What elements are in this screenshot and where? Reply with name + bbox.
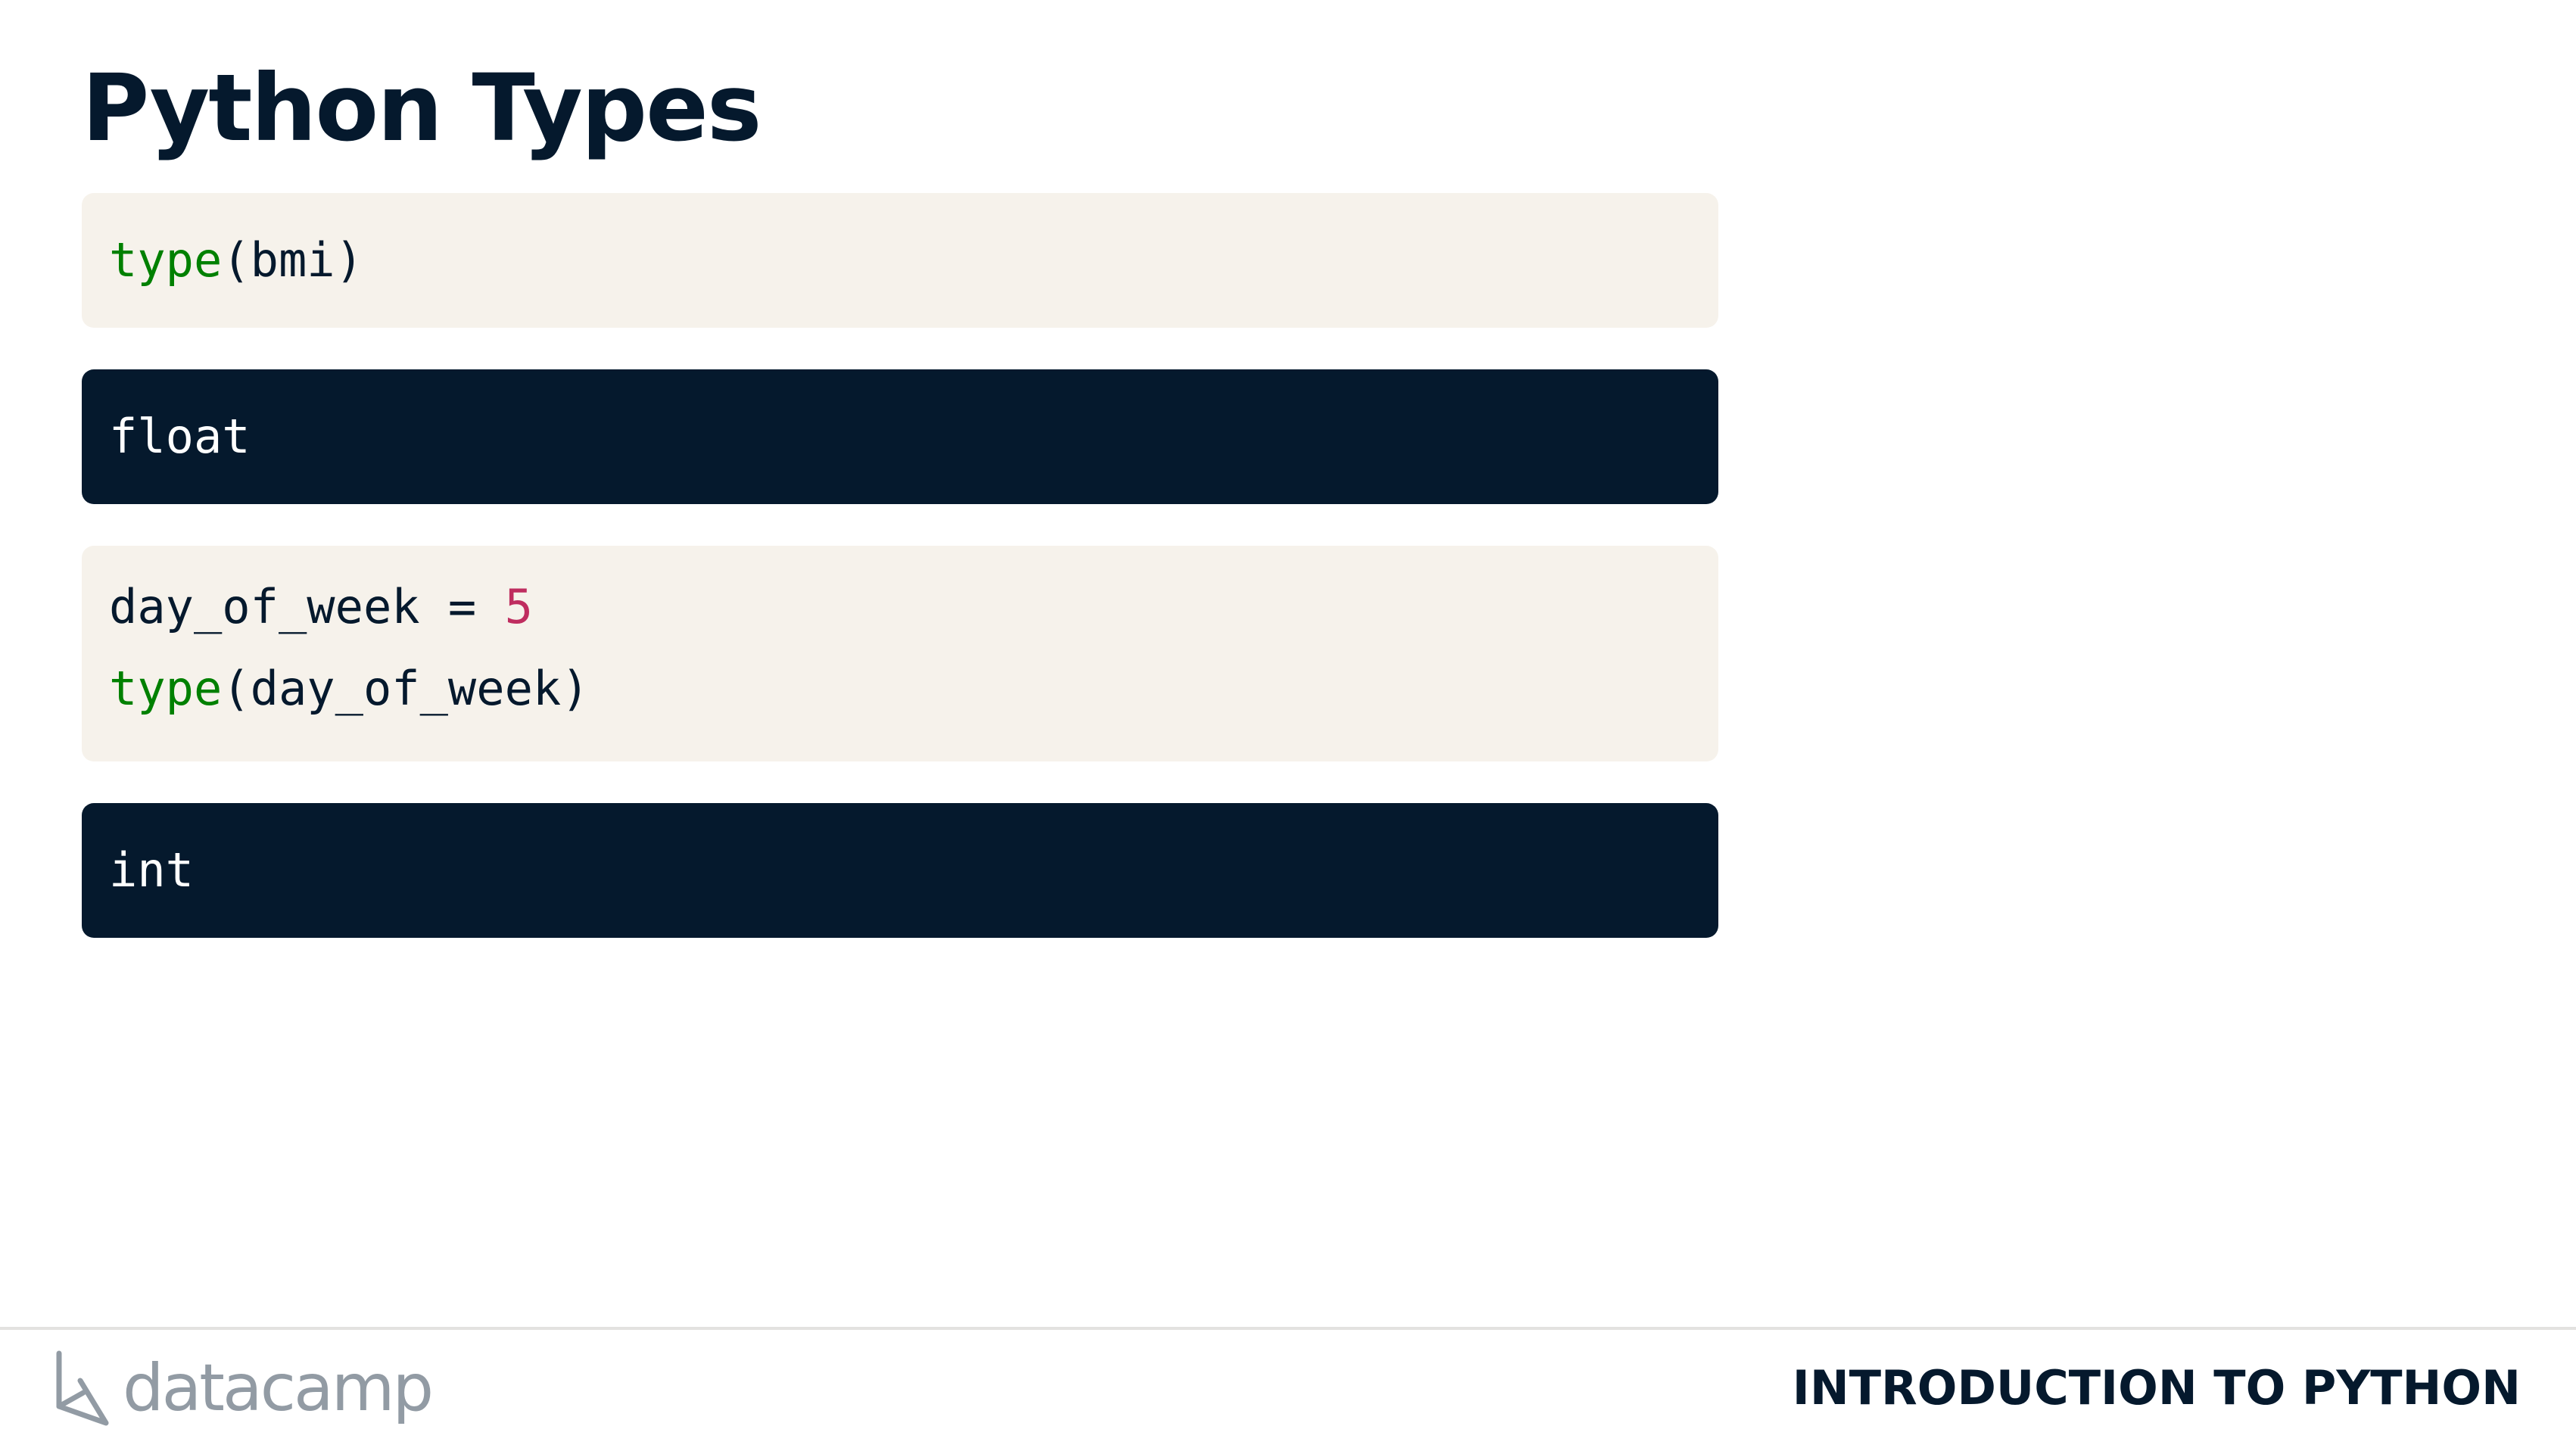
function-token: type — [109, 661, 223, 716]
code-text: day_of_week = — [109, 579, 505, 634]
number-token: 5 — [504, 579, 533, 634]
code-line: type(bmi) — [109, 220, 1718, 301]
code-output-block: float — [82, 369, 1718, 504]
code-input-block: day_of_week = 5 type(day_of_week) — [82, 546, 1718, 761]
code-input-block: type(bmi) — [82, 193, 1718, 328]
datacamp-wordmark: datacamp — [123, 1350, 434, 1426]
slide-title: Python Types — [82, 54, 762, 162]
code-line: day_of_week = 5 — [109, 566, 1718, 648]
code-output-block: int — [82, 803, 1718, 938]
datacamp-logo-icon — [56, 1350, 109, 1426]
function-token: type — [109, 232, 223, 288]
course-title: INTRODUCTION TO PYTHON — [1792, 1360, 2521, 1415]
output-line: int — [109, 842, 194, 898]
code-text: (day_of_week) — [222, 661, 590, 716]
output-line: float — [109, 409, 251, 464]
footer-divider — [0, 1327, 2576, 1330]
code-line: type(day_of_week) — [109, 648, 1718, 730]
datacamp-logo: datacamp — [53, 1350, 434, 1426]
code-text: (bmi) — [222, 232, 363, 288]
